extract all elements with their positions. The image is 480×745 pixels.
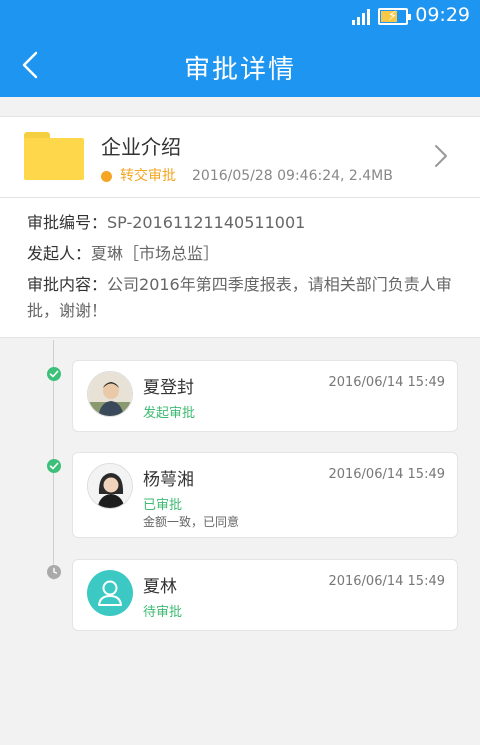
- document-name: 企业介绍: [101, 135, 181, 159]
- timeline-card[interactable]: 夏登封 2016/06/14 15:49 发起审批: [72, 360, 458, 432]
- approver-name: 夏登封: [143, 378, 194, 398]
- avatar: [87, 570, 133, 616]
- chevron-right-icon[interactable]: [432, 142, 450, 170]
- battery-charging-icon: ⚡: [378, 8, 411, 25]
- avatar: [87, 463, 133, 509]
- status-bar: ⚡ 09:29: [0, 0, 480, 33]
- approval-time: 2016/06/14 15:49: [328, 574, 445, 589]
- approval-state: 已审批: [143, 498, 183, 513]
- approval-state: 待审批: [143, 605, 183, 620]
- approval-info: 审批编号：SP-20161121140511001 发起人：夏琳［市场总监］ 审…: [0, 198, 480, 338]
- content-row: 审批内容：公司2016年第四季度报表，请相关部门负责人审批，谢谢！: [27, 272, 457, 324]
- approval-number-value: SP-20161121140511001: [107, 213, 306, 232]
- user-icon: [98, 580, 122, 606]
- status-time: 09:29: [415, 4, 470, 26]
- page-title: 审批详情: [183, 55, 296, 85]
- initiator-row: 发起人：夏琳［市场总监］: [27, 241, 457, 267]
- document-meta: 转交审批 2016/05/28 09:46:24, 2.4MB: [101, 165, 393, 185]
- approver-name: 夏林: [143, 577, 177, 597]
- approver-name: 杨萼湘: [143, 470, 194, 490]
- timeline-card[interactable]: 夏林 2016/06/14 15:49 待审批: [72, 559, 458, 631]
- folder-icon: [24, 132, 84, 180]
- timeline-card[interactable]: 杨萼湘 2016/06/14 15:49 已审批 金额一致，已同意: [72, 452, 458, 538]
- approval-comment: 金额一致，已同意: [143, 515, 240, 529]
- approval-number-row: 审批编号：SP-20161121140511001: [27, 210, 457, 236]
- document-card[interactable]: 企业介绍 转交审批 2016/05/28 09:46:24, 2.4MB: [0, 116, 480, 198]
- approval-time: 2016/06/14 15:49: [328, 375, 445, 390]
- check-icon: [47, 459, 61, 473]
- avatar: [87, 371, 133, 417]
- clock-icon: [47, 565, 61, 579]
- approval-state: 发起审批: [143, 406, 196, 421]
- document-date-size: 2016/05/28 09:46:24, 2.4MB: [192, 168, 393, 184]
- initiator-label: 发起人：: [27, 244, 92, 263]
- content-label: 审批内容：: [27, 275, 108, 294]
- status-dot-icon: [101, 170, 112, 182]
- document-status: 转交审批: [120, 168, 176, 184]
- check-icon: [47, 367, 61, 381]
- nav-bar: 审批详情: [0, 33, 480, 97]
- approval-number-label: 审批编号：: [27, 213, 108, 232]
- signal-icon: [352, 9, 372, 25]
- initiator-value: 夏琳［市场总监］: [91, 244, 220, 263]
- approval-time: 2016/06/14 15:49: [328, 467, 445, 482]
